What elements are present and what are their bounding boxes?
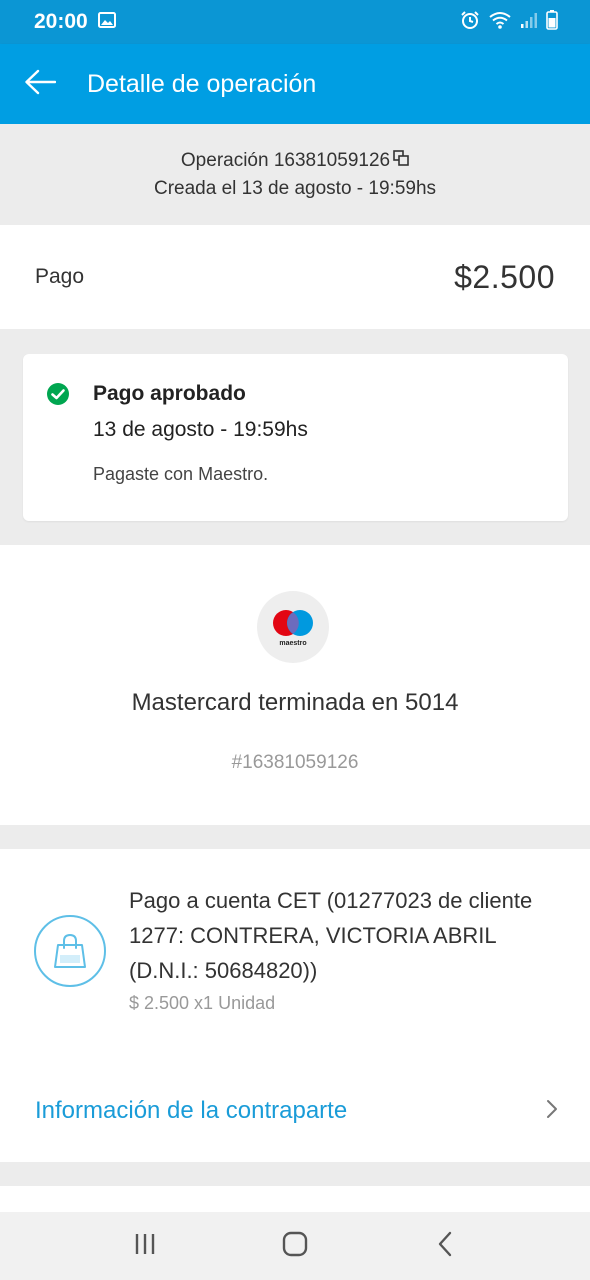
back-button[interactable] xyxy=(0,44,80,124)
battery-icon xyxy=(546,9,558,35)
card-name: Mastercard terminada en 5014 xyxy=(131,689,459,716)
payment-method-section: maestro Mastercard terminada en 5014 #16… xyxy=(0,545,590,825)
status-title: Pago aprobado xyxy=(93,382,246,405)
shopping-bag-icon xyxy=(34,915,106,987)
chevron-right-icon xyxy=(546,1099,558,1124)
counterpart-info-label: Información de la contraparte xyxy=(35,1097,348,1124)
image-icon xyxy=(97,10,116,34)
payment-label: Pago xyxy=(35,265,85,288)
item-description: Pago a cuenta CET (01277023 de cliente 1… xyxy=(129,888,533,983)
next-section-edge xyxy=(0,1186,590,1212)
arrow-left-icon xyxy=(24,69,57,100)
svg-text:maestro: maestro xyxy=(279,640,306,647)
item-section: Pago a cuenta CET (01277023 de cliente 1… xyxy=(0,849,590,1162)
copy-icon[interactable] xyxy=(393,147,409,175)
card-reference: #16381059126 xyxy=(231,752,359,773)
status-bar: 20:00 xyxy=(0,0,590,44)
alarm-icon xyxy=(460,10,480,35)
operation-created: Creada el 13 de agosto - 19:59hs xyxy=(153,177,437,199)
operation-number-row: Operación 16381059126 xyxy=(181,147,409,175)
system-back-button[interactable] xyxy=(415,1216,475,1276)
status-bar-right xyxy=(460,9,558,35)
item-price: $ 2.500 x1 Unidad xyxy=(129,993,276,1013)
payment-status-card: Pago aprobado 13 de agosto - 19:59hs Pag… xyxy=(23,354,568,521)
wifi-icon xyxy=(488,10,512,35)
counterpart-info-link[interactable]: Información de la contraparte xyxy=(0,1085,590,1137)
check-circle-icon xyxy=(46,382,70,411)
system-nav-bar xyxy=(0,1212,590,1280)
signal-icon xyxy=(520,11,538,34)
recent-apps-icon xyxy=(133,1232,157,1261)
operation-header: Operación 16381059126 Creada el 13 de ag… xyxy=(0,124,590,225)
status-bar-left: 20:00 xyxy=(34,10,116,34)
recent-apps-button[interactable] xyxy=(115,1216,175,1276)
status-time: 20:00 xyxy=(34,10,88,33)
home-icon xyxy=(282,1231,308,1262)
back-icon xyxy=(437,1231,453,1262)
payment-amount: $2.500 xyxy=(454,258,555,295)
home-button[interactable] xyxy=(265,1216,325,1276)
app-bar: Detalle de operación xyxy=(0,44,590,124)
page-title: Detalle de operación xyxy=(87,69,317,98)
status-method: Pagaste con Maestro. xyxy=(93,464,269,484)
status-date: 13 de agosto - 19:59hs xyxy=(93,418,308,441)
payment-row: Pago $2.500 xyxy=(0,225,590,329)
operation-number: Operación 16381059126 xyxy=(180,149,391,171)
maestro-logo: maestro xyxy=(257,591,329,663)
